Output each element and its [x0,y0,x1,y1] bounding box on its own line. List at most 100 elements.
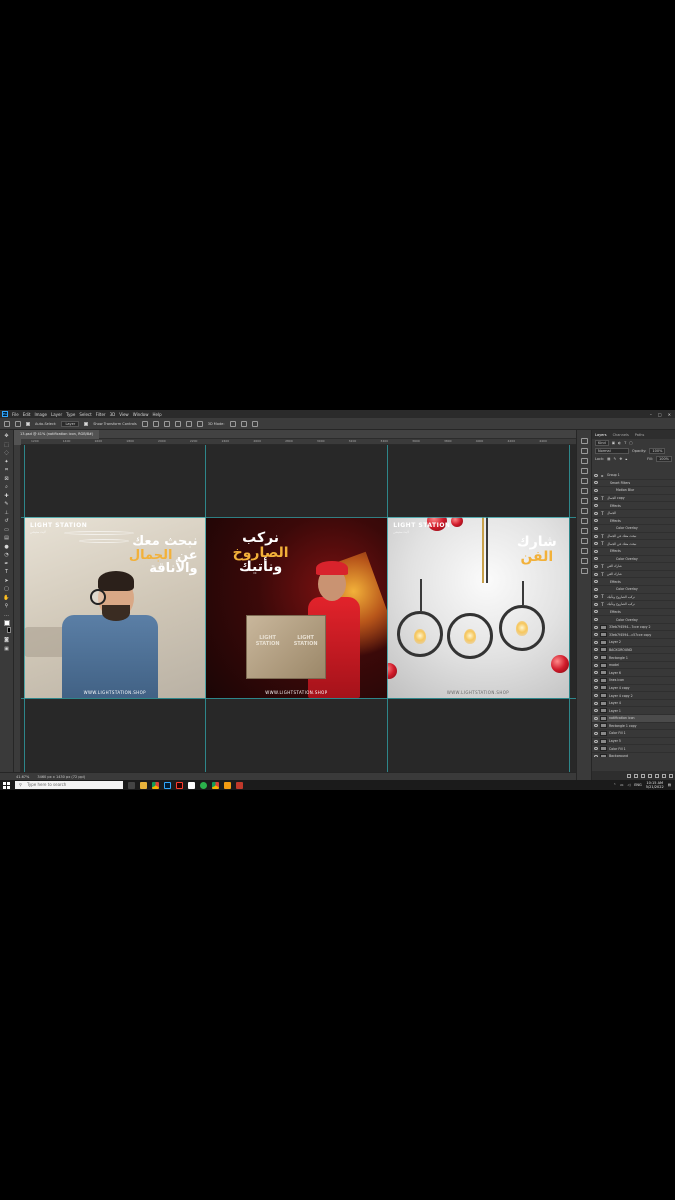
document-info[interactable]: 3460 px x 1430 px (72 ppi) [37,775,85,779]
layer-kind-filter[interactable]: Kind [595,440,609,446]
menu-file[interactable]: File [12,412,19,417]
hand-tool-icon[interactable]: ✋ [3,595,11,602]
eye-visibility-icon[interactable] [594,580,598,584]
notification-icon[interactable]: ▤ [668,783,671,787]
move-tool-icon[interactable] [15,420,21,427]
background-color-swatch[interactable] [6,627,11,634]
rectangle-tool-icon[interactable]: ▢ [3,586,11,593]
layer-row[interactable]: ▸ Group 1 [592,472,675,480]
quick-mask-icon[interactable]: ◙ [3,637,11,644]
eye-visibility-icon[interactable] [594,701,598,705]
network-icon[interactable]: ▭ [620,783,623,787]
document-tab[interactable]: 13.psd @ 41% (notification icon, RGB/8#) [14,429,100,439]
eye-visibility-icon[interactable] [594,625,598,629]
eye-visibility-icon[interactable] [594,656,598,660]
menu-image[interactable]: Image [34,412,47,417]
layer-row[interactable]: BACKGROUND [592,647,675,655]
eye-visibility-icon[interactable] [594,671,598,675]
windows-start-icon[interactable] [3,781,10,789]
guide-horizontal[interactable] [21,517,576,518]
dodge-tool-icon[interactable]: ◔ [3,552,11,559]
fill-input[interactable]: 100% [655,456,672,462]
eye-visibility-icon[interactable] [594,663,598,667]
lock-position-icon[interactable]: ✥ [619,457,622,461]
vertical-ruler[interactable] [14,445,21,772]
eye-visibility-icon[interactable] [594,504,598,508]
eye-visibility-icon[interactable] [594,496,598,500]
3d-slide-icon[interactable] [251,420,258,427]
align-right-icon[interactable] [163,420,170,427]
layer-row[interactable]: Layer 6 [592,669,675,678]
language-indicator[interactable]: ENG [634,783,642,787]
more-tools-icon[interactable]: … [3,612,11,619]
chevron-up-icon[interactable]: ⌃ [613,783,616,787]
menu-layer[interactable]: Layer [51,412,62,417]
blur-tool-icon[interactable]: ● [3,544,11,551]
eye-visibility-icon[interactable] [594,526,598,530]
layer-row[interactable]: T الجمال [592,510,675,518]
character-icon[interactable] [580,488,588,494]
filter-type-icon[interactable]: T [624,441,626,445]
layer-row[interactable]: Effects [592,548,675,556]
layer-row[interactable]: Rectangle 1 copy [592,723,675,731]
guide-horizontal[interactable] [21,698,576,699]
eye-visibility-icon[interactable] [594,534,598,538]
layer-row[interactable]: notification icon [592,715,675,723]
3d-rotate-icon[interactable] [229,420,236,427]
align-center-icon[interactable] [152,420,159,427]
show-transform-checkbox[interactable] [84,421,89,426]
magic-wand-tool-icon[interactable]: ✦ [3,459,11,466]
distribute-icon[interactable] [196,420,203,427]
guide-vertical[interactable] [387,445,388,772]
eye-visibility-icon[interactable] [594,519,598,523]
layers-icon[interactable] [580,538,588,544]
layer-row[interactable]: T شارك الفن [592,563,675,571]
type-tool-icon[interactable]: T [3,569,11,576]
menu-help[interactable]: Help [152,412,161,417]
adjustment-layer-icon[interactable] [648,773,652,778]
eye-visibility-icon[interactable] [594,633,598,637]
volume-icon[interactable]: ◁ [627,783,630,787]
layer-row[interactable]: Color Overlay [592,525,675,533]
tab-channels[interactable]: Channels [613,433,629,437]
opacity-input[interactable]: 100% [649,448,666,454]
green-app-icon[interactable] [200,781,207,789]
layer-row[interactable]: Layer 5 [592,738,675,746]
eye-visibility-icon[interactable] [594,557,598,561]
chrome-icon[interactable] [152,781,159,789]
layer-row[interactable]: Color Overlay [592,616,675,624]
eye-visibility-icon[interactable] [594,549,598,553]
patterns-icon[interactable] [580,528,588,534]
brush-settings-icon[interactable] [580,448,588,454]
eye-visibility-icon[interactable] [594,595,598,599]
document-canvas[interactable]: LIGHT STATION لايت ستيشن نبحث معك عن الج… [24,517,569,698]
eraser-tool-icon[interactable]: ▭ [3,527,11,534]
menu-select[interactable]: Select [79,412,91,417]
eye-visibility-icon[interactable] [594,694,598,698]
path-select-icon[interactable]: ➤ [3,578,11,585]
folder-icon[interactable]: ▸ [600,473,605,478]
zoom-tool-icon[interactable]: ⚲ [3,603,11,610]
eye-visibility-icon[interactable] [594,709,598,713]
clock[interactable]: 10:15 AM 5/21/2022 [646,781,664,789]
layer-row[interactable]: 33eb7f4594...7cce copy 2 [592,624,675,632]
layer-row[interactable]: Effects [592,609,675,617]
taskbar-search-input[interactable]: Type here to search [15,781,123,789]
align-left-icon[interactable] [141,420,148,427]
eye-visibility-icon[interactable] [594,648,598,652]
layer-row[interactable]: Color Fill 1 [592,745,675,753]
filter-pixel-icon[interactable]: ▣ [612,441,615,445]
swatches-icon[interactable] [580,508,588,514]
menu-3d[interactable]: 3D [110,412,116,417]
frame-tool-icon[interactable]: ⊠ [3,476,11,483]
styles-icon[interactable] [580,568,588,574]
eye-visibility-icon[interactable] [594,587,598,591]
layer-row[interactable]: T شارك الفن [592,571,675,579]
layer-row[interactable]: model [592,662,675,670]
lock-all-icon[interactable]: 🔒︎ [625,457,627,461]
eye-visibility-icon[interactable] [594,473,598,477]
layer-row[interactable]: Effects [592,518,675,526]
layer-row[interactable]: Layer 2 [592,639,675,647]
layer-row[interactable]: Motion Blur [592,487,675,495]
layer-row[interactable]: lines icon [592,677,675,685]
